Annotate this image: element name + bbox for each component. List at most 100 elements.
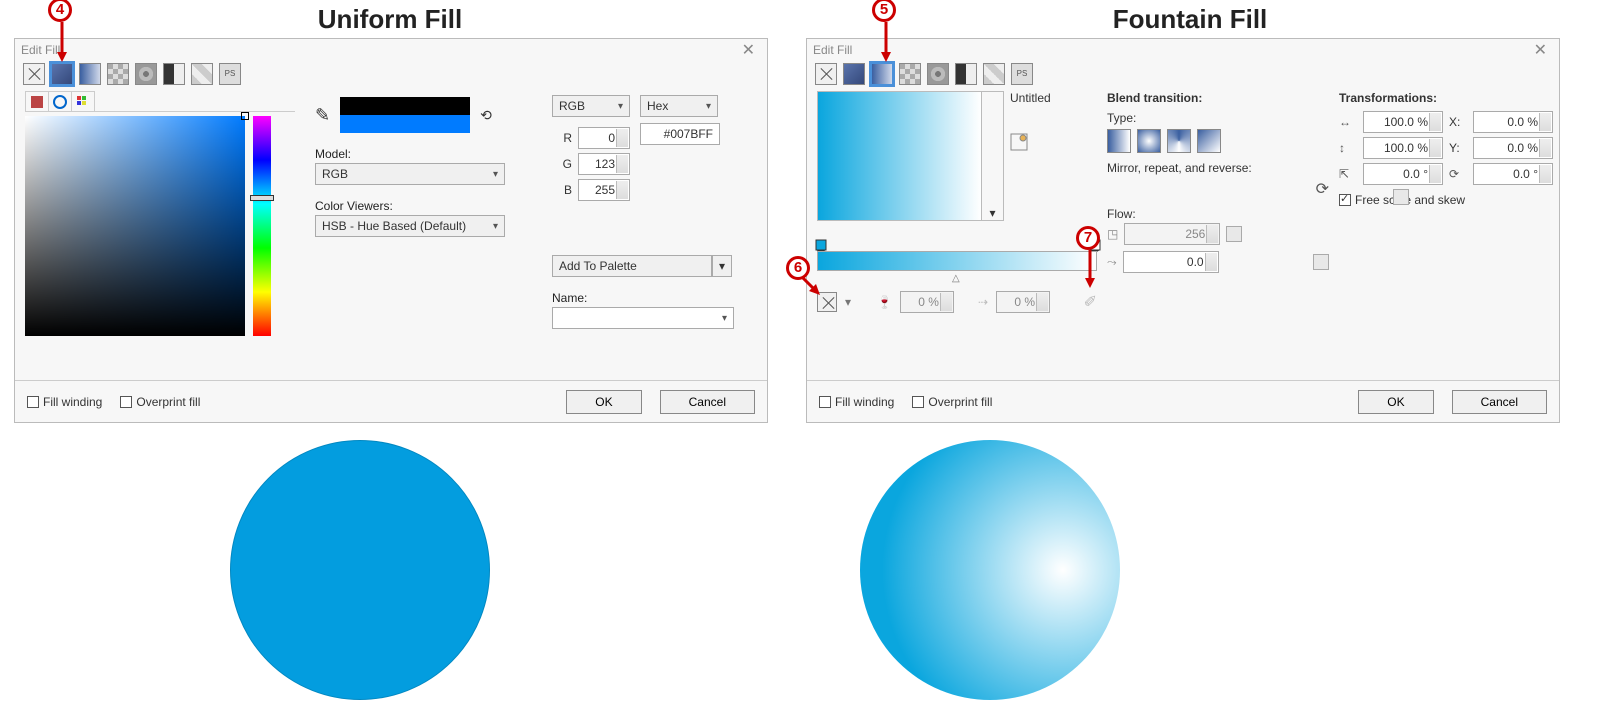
ok-button[interactable]: OK xyxy=(566,390,641,414)
rotate-icon: ⟳ xyxy=(1449,167,1463,181)
link-wh-icon[interactable] xyxy=(1393,189,1409,205)
postscript-fill-icon[interactable]: PS xyxy=(219,63,241,85)
swatches-tab-icon[interactable] xyxy=(25,91,49,111)
bitmap-fill-icon[interactable] xyxy=(191,63,213,85)
fountain-fill-heading: Fountain Fill xyxy=(1000,4,1380,35)
y-input[interactable]: 0.0 % xyxy=(1473,137,1553,159)
bitmap-fill-icon[interactable] xyxy=(983,63,1005,85)
texture-fill-icon[interactable] xyxy=(135,63,157,85)
fountain-fill-icon[interactable] xyxy=(871,63,893,85)
color-mode-combo[interactable]: RGB▾ xyxy=(552,95,630,117)
y-label: Y: xyxy=(1449,141,1467,155)
pattern-fill-icon[interactable] xyxy=(107,63,129,85)
two-color-fill-icon[interactable] xyxy=(955,63,977,85)
conical-type-icon[interactable] xyxy=(1167,129,1191,153)
node-flyout-icon[interactable]: ▾ xyxy=(845,295,851,309)
type-label: Type: xyxy=(1107,111,1329,125)
add-to-palette-combo[interactable]: Add To Palette xyxy=(552,255,712,277)
fountain-circle-sample xyxy=(860,440,1120,700)
no-fill-icon[interactable] xyxy=(815,63,837,85)
height-input[interactable]: 100.0 % xyxy=(1363,137,1443,159)
name-label: Name: xyxy=(552,291,757,305)
b-input[interactable]: 255 xyxy=(578,179,630,201)
linear-type-icon[interactable] xyxy=(1107,129,1131,153)
name-combo[interactable]: ▾ xyxy=(552,307,734,329)
preview-flyout-icon[interactable]: ▾ xyxy=(982,91,1004,221)
r-input[interactable]: 0 xyxy=(578,127,630,149)
color-field[interactable] xyxy=(25,116,245,336)
blend-transition-label: Blend transition: xyxy=(1107,91,1329,105)
gradient-midpoint-icon[interactable]: △ xyxy=(952,273,960,284)
fountain-fill-icon[interactable] xyxy=(79,63,101,85)
uniform-fill-icon[interactable] xyxy=(843,63,865,85)
save-preset-icon[interactable] xyxy=(1010,133,1051,154)
uniform-fill-icon[interactable] xyxy=(51,63,73,85)
palette-tab-icon[interactable] xyxy=(71,91,95,111)
cancel-button[interactable]: Cancel xyxy=(1452,390,1547,414)
swap-colors-icon[interactable]: ⟲ xyxy=(480,107,492,124)
uniform-fill-dialog: Edit Fill ✕ PS xyxy=(14,38,768,423)
g-input[interactable]: 123 xyxy=(578,153,630,175)
add-to-palette-dropdown-icon[interactable]: ▾ xyxy=(712,255,732,277)
model-combo[interactable]: RGB▾ xyxy=(315,163,505,185)
transparency-icon: 🍷 xyxy=(877,295,892,309)
steps-icon: ◳ xyxy=(1107,227,1118,241)
reverse-icon[interactable]: ⟳ xyxy=(1316,179,1329,199)
x-input[interactable]: 0.0 % xyxy=(1473,111,1553,133)
overprint-fill-checkbox[interactable]: Overprint fill xyxy=(120,395,200,409)
dialog-title: Edit Fill xyxy=(21,43,60,57)
postscript-fill-icon[interactable]: PS xyxy=(1011,63,1033,85)
no-fill-icon[interactable] xyxy=(23,63,45,85)
preset-name: Untitled xyxy=(1010,91,1051,105)
b-label: B xyxy=(552,183,572,197)
flow-label: Flow: xyxy=(1107,207,1329,221)
color-wheel-tab-icon[interactable] xyxy=(48,91,72,111)
acceleration-icon: ⤳ xyxy=(1107,255,1117,270)
ok-button[interactable]: OK xyxy=(1358,390,1433,414)
uniform-circle-sample xyxy=(230,440,490,700)
two-color-fill-icon[interactable] xyxy=(163,63,185,85)
callout-6: 6 xyxy=(786,256,810,280)
flow-steps-input[interactable]: 256 xyxy=(1124,223,1220,245)
width-icon: ↔ xyxy=(1339,115,1353,129)
color-tabs xyxy=(25,91,295,112)
rotate-input[interactable]: 0.0 ° xyxy=(1473,163,1553,185)
fill-type-bar: PS xyxy=(807,61,1559,91)
texture-fill-icon[interactable] xyxy=(927,63,949,85)
callout-5: 5 xyxy=(872,0,896,22)
close-icon[interactable]: ✕ xyxy=(736,40,761,60)
gradient-stop-start[interactable] xyxy=(815,239,825,251)
smooth-icon[interactable] xyxy=(1313,254,1329,270)
fill-winding-checkbox[interactable]: Fill winding xyxy=(819,395,894,409)
height-icon: ↕ xyxy=(1339,141,1353,155)
overprint-fill-checkbox[interactable]: Overprint fill xyxy=(912,395,992,409)
skew-icon: ⇱ xyxy=(1339,167,1353,181)
r-label: R xyxy=(552,131,572,145)
hue-slider[interactable] xyxy=(253,116,271,336)
dialog-titlebar: Edit Fill ✕ xyxy=(807,39,1559,61)
color-viewers-combo[interactable]: HSB - Hue Based (Default)▾ xyxy=(315,215,505,237)
gradient-bar[interactable] xyxy=(817,251,1097,271)
model-label: Model: xyxy=(315,147,532,161)
node-position-icon: ⇢ xyxy=(978,295,988,309)
hex-input[interactable]: #007BFF xyxy=(640,123,720,145)
transparency-input[interactable]: 0 % xyxy=(900,291,954,313)
radial-type-icon[interactable] xyxy=(1137,129,1161,153)
eyedropper-icon[interactable]: ✎ xyxy=(315,105,330,126)
edit-fill-pen-icon[interactable]: ✐ xyxy=(1084,292,1097,312)
rectangular-type-icon[interactable] xyxy=(1197,129,1221,153)
hex-mode-combo[interactable]: Hex▾ xyxy=(640,95,718,117)
flow-lock-icon[interactable] xyxy=(1226,226,1242,242)
close-icon[interactable]: ✕ xyxy=(1528,40,1553,60)
fill-winding-checkbox[interactable]: Fill winding xyxy=(27,395,102,409)
fountain-fill-dialog: Edit Fill ✕ PS ▾ Untitled xyxy=(806,38,1560,423)
callout-7: 7 xyxy=(1076,226,1100,250)
acceleration-input[interactable]: 0.0 xyxy=(1123,251,1219,273)
free-scale-checkbox[interactable]: Free scale and skew xyxy=(1339,193,1549,207)
pattern-fill-icon[interactable] xyxy=(899,63,921,85)
node-no-fill-icon[interactable] xyxy=(817,292,837,312)
node-position-input[interactable]: 0 % xyxy=(996,291,1050,313)
cancel-button[interactable]: Cancel xyxy=(660,390,755,414)
skew-input[interactable]: 0.0 ° xyxy=(1363,163,1443,185)
width-input[interactable]: 100.0 % xyxy=(1363,111,1443,133)
